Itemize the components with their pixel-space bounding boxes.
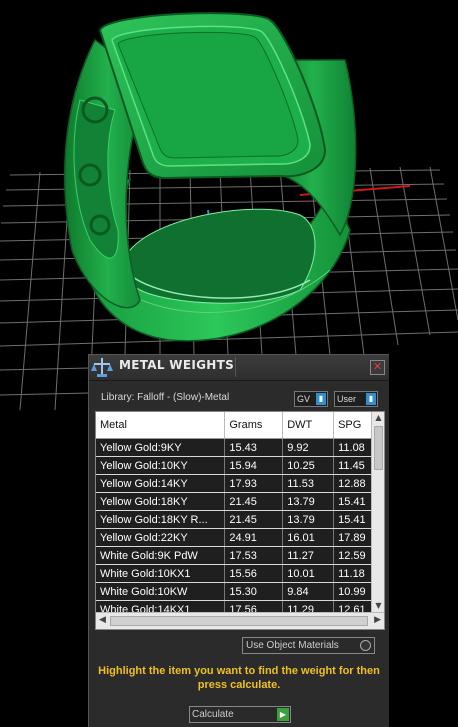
scroll-right-icon[interactable]: ▶	[374, 615, 381, 625]
cell-dwt: 13.79	[282, 492, 335, 511]
instruction-text: Highlight the item you want to find the …	[98, 665, 380, 691]
panel-titlebar[interactable]: METAL WEIGHTS ✕	[89, 355, 389, 381]
table-row[interactable]: White Gold:10KX1 15.56 10.01 11.18	[96, 564, 384, 583]
dropdown-arrow-icon[interactable]: ▮	[366, 393, 376, 405]
title-divider	[235, 357, 236, 377]
column-header-grams[interactable]: Grams	[224, 412, 284, 439]
vertical-scrollbar[interactable]: ▲ ▼	[371, 412, 384, 612]
cell-dwt: 9.84	[282, 582, 335, 601]
unit-select[interactable]: GV ▮	[294, 391, 328, 407]
use-object-materials-toggle[interactable]: Use Object Materials	[242, 637, 375, 654]
column-header-metal[interactable]: Metal	[96, 412, 226, 439]
table-row[interactable]: Yellow Gold:14KY 17.93 11.53 12.88	[96, 474, 384, 493]
metal-weights-table: Metal Grams DWT SPG Yellow Gold:9KY 15.43…	[96, 412, 384, 629]
user-select-value: User	[337, 394, 357, 404]
scroll-up-icon[interactable]: ▲	[372, 412, 384, 424]
cell-metal: White Gold:10KX1	[96, 564, 226, 583]
table-row[interactable]: Yellow Gold:10KY 15.94 10.25 11.45	[96, 456, 384, 475]
cell-dwt: 9.92	[282, 438, 335, 457]
cell-grams: 24.91	[224, 528, 284, 547]
metal-table: Metal Grams DWT SPG Yellow Gold:9KY 15.43…	[95, 411, 385, 630]
unit-select-value: GV	[297, 394, 311, 404]
scroll-down-icon[interactable]: ▼	[372, 600, 384, 612]
cell-dwt: 16.01	[282, 528, 335, 547]
cell-metal: Yellow Gold:22KY	[96, 528, 226, 547]
cell-dwt: 11.27	[282, 546, 335, 565]
scroll-left-icon[interactable]: ◀	[99, 615, 106, 625]
cell-dwt: 11.53	[282, 474, 335, 493]
table-row[interactable]: White Gold:10KW 15.30 9.84 10.99	[96, 582, 384, 601]
table-header-row: Metal Grams DWT SPG	[96, 412, 384, 439]
cell-metal: White Gold:10KW	[96, 582, 226, 601]
panel-title: METAL WEIGHTS	[119, 358, 235, 372]
scale-icon	[91, 358, 113, 377]
table-row[interactable]: Yellow Gold:18KY 21.45 13.79 15.41	[96, 492, 384, 511]
scroll-thumb[interactable]	[374, 426, 383, 470]
cell-metal: Yellow Gold:18KY	[96, 492, 226, 511]
cell-grams: 15.43	[224, 438, 284, 457]
metal-weights-panel: METAL WEIGHTS ✕ Library: Falloff - (Slow…	[88, 354, 389, 727]
user-select[interactable]: User ▮	[334, 391, 378, 407]
cell-grams: 15.94	[224, 456, 284, 475]
library-label: Library: Falloff - (Slow)-Metal	[101, 392, 230, 403]
table-row[interactable]: White Gold:9K PdW 17.53 11.27 12.59	[96, 546, 384, 565]
cell-dwt: 10.01	[282, 564, 335, 583]
scroll-thumb[interactable]	[110, 616, 368, 626]
table-row[interactable]: Yellow Gold:18KY R... 21.45 13.79 15.41	[96, 510, 384, 529]
close-button[interactable]: ✕	[370, 360, 385, 375]
play-icon[interactable]: ▶	[277, 708, 289, 721]
cell-metal: Yellow Gold:9KY	[96, 438, 226, 457]
column-header-dwt[interactable]: DWT	[282, 412, 335, 439]
cell-dwt: 10.25	[282, 456, 335, 475]
table-row[interactable]: Yellow Gold:9KY 15.43 9.92 11.08	[96, 438, 384, 457]
cell-grams: 21.45	[224, 510, 284, 529]
cell-grams: 17.53	[224, 546, 284, 565]
dropdown-arrow-icon[interactable]: ▮	[316, 393, 326, 405]
cell-metal: Yellow Gold:14KY	[96, 474, 226, 493]
cell-grams: 15.56	[224, 564, 284, 583]
table-row[interactable]: Yellow Gold:22KY 24.91 16.01 17.89	[96, 528, 384, 547]
radio-icon[interactable]	[360, 640, 371, 651]
ring-model[interactable]	[64, 12, 357, 342]
cell-grams: 17.93	[224, 474, 284, 493]
cell-metal: Yellow Gold:18KY R...	[96, 510, 226, 529]
use-object-materials-label: Use Object Materials	[246, 640, 339, 651]
calculate-label: Calculate	[192, 709, 234, 720]
cell-grams: 15.30	[224, 582, 284, 601]
horizontal-scrollbar[interactable]: ◀ ▶	[96, 612, 384, 629]
cell-metal: White Gold:9K PdW	[96, 546, 226, 565]
cell-grams: 21.45	[224, 492, 284, 511]
calculate-button[interactable]: Calculate ▶	[189, 706, 291, 723]
cell-metal: Yellow Gold:10KY	[96, 456, 226, 475]
cell-dwt: 13.79	[282, 510, 335, 529]
